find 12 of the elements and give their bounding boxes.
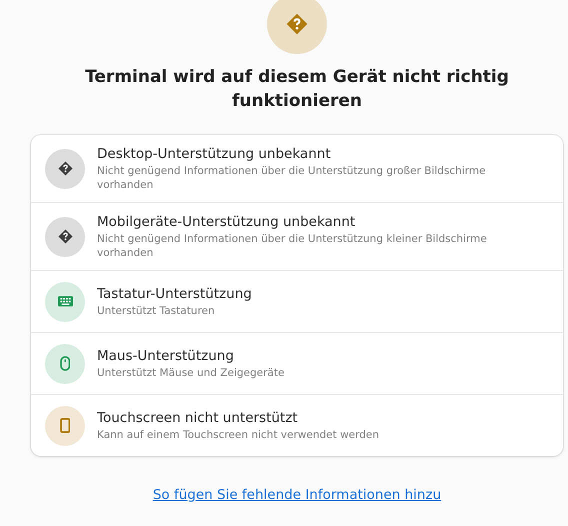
item-title: Tastatur-Unterstützung <box>97 285 252 304</box>
item-title: Mobilgeräte-Unterstützung unbekannt <box>97 213 356 232</box>
item-description: Unterstützt Tastaturen <box>97 304 216 318</box>
item-description: Unterstützt Mäuse und Zeigegeräte <box>97 366 284 380</box>
item-description: Kann auf einem Touchscreen nicht verwendet werden <box>97 428 380 442</box>
help-link[interactable]: So fügen Sie fehlende Informationen hinzu <box>152 487 442 503</box>
item-title: Desktop-Unterstützung unbekannt <box>97 145 332 164</box>
item-description: Nicht genügend Informationen über die Unterstützung großer Bildschirme vorhanden <box>97 164 487 192</box>
item-description: Nicht genügend Informationen über die Unterstützung kleiner Bildschirme vorhanden <box>97 232 488 260</box>
item-title: Maus-Unterstützung <box>97 347 235 366</box>
dialog-title: Terminal wird auf diesem Gerät nicht richtig funktionieren <box>84 66 510 113</box>
item-title: Touchscreen nicht unterstützt <box>97 409 299 428</box>
